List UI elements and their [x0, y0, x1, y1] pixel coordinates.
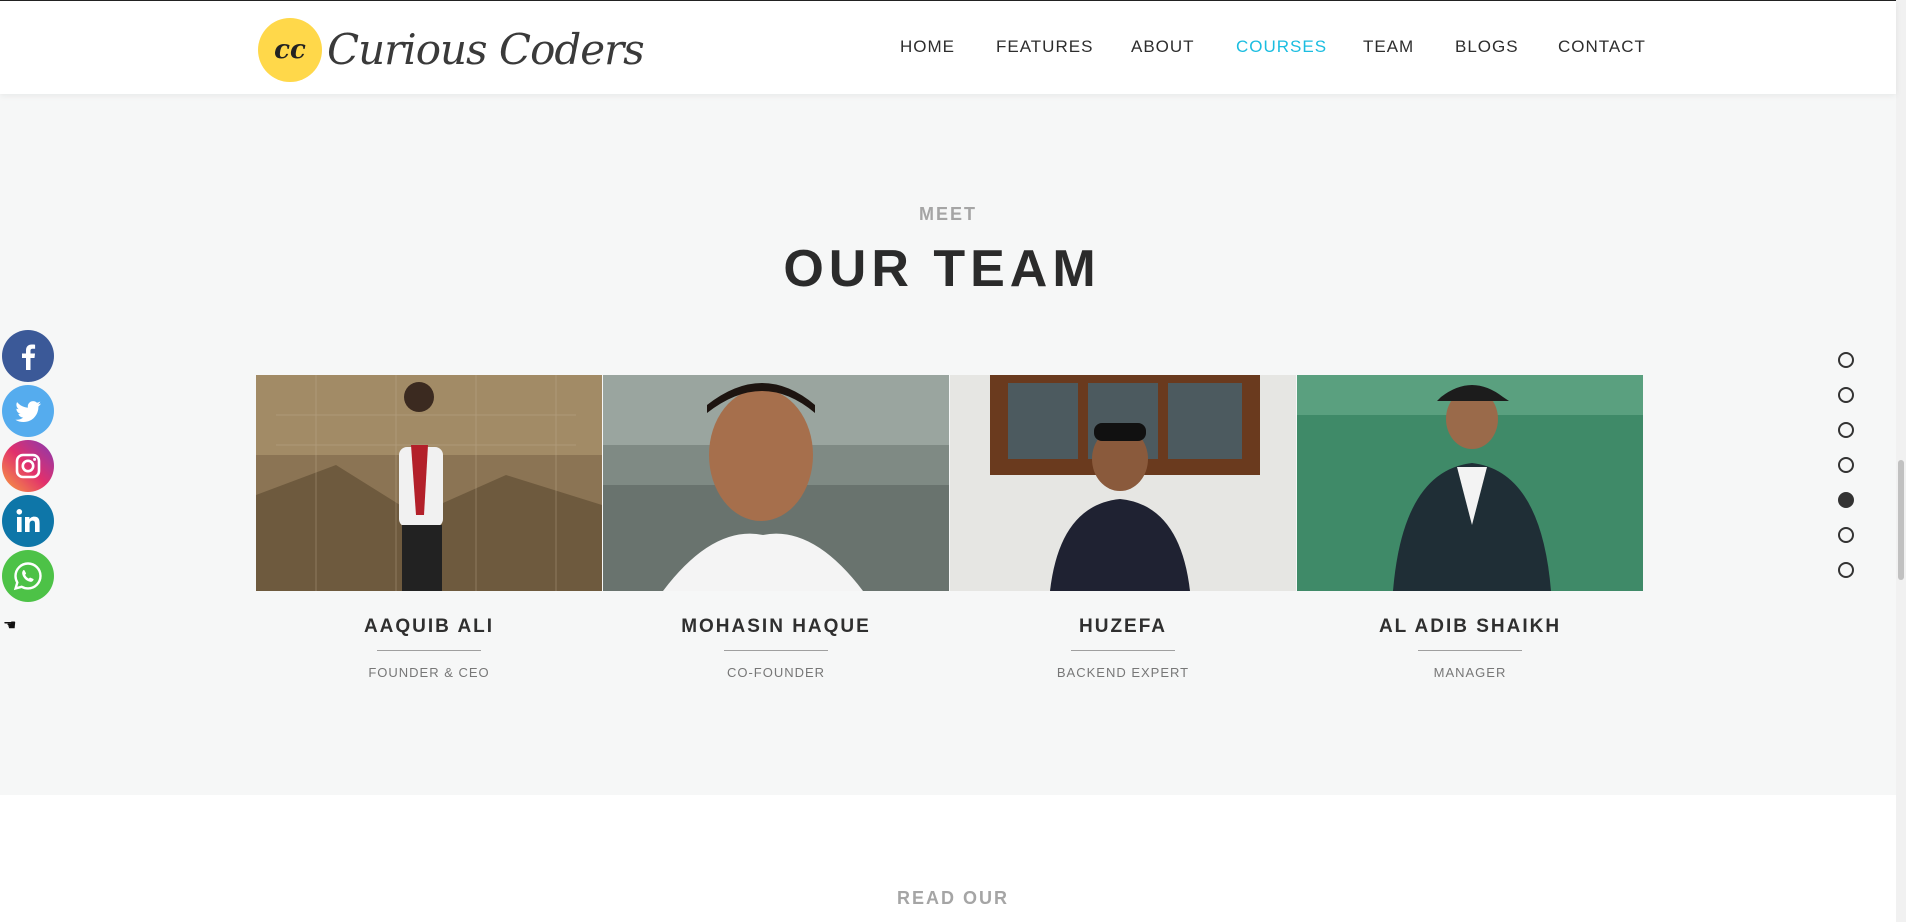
section-dot[interactable]	[1838, 352, 1854, 368]
section-dot[interactable]	[1838, 527, 1854, 543]
facebook-button[interactable]	[2, 330, 54, 382]
instagram-icon	[2, 440, 54, 492]
section-dot[interactable]	[1838, 457, 1854, 473]
brand-name: Curious Coders	[327, 25, 645, 74]
hide-social-hand-icon[interactable]: ☚	[3, 616, 16, 634]
member-role: FOUNDER & CEO	[368, 665, 490, 680]
nav-team[interactable]: TEAM	[1363, 37, 1414, 57]
member-name: AAQUIB ALI	[363, 616, 495, 637]
team-card: AL ADIB SHAIKH MANAGER	[1297, 375, 1643, 680]
linkedin-icon	[2, 495, 54, 547]
member-photo	[950, 375, 1296, 591]
member-name: AL ADIB SHAIKH	[1378, 616, 1562, 637]
whatsapp-button[interactable]	[2, 550, 54, 602]
member-role: MANAGER	[1433, 665, 1507, 680]
team-card: AAQUIB ALI FOUNDER & CEO	[256, 375, 602, 680]
scrollbar-thumb[interactable]	[1898, 460, 1904, 580]
member-name: HUZEFA	[1079, 616, 1167, 637]
instagram-button[interactable]	[2, 440, 54, 492]
member-name: MOHASIN HAQUE	[681, 616, 871, 637]
nav-courses[interactable]: COURSES	[1236, 37, 1327, 57]
whatsapp-icon	[2, 550, 54, 602]
twitter-button[interactable]	[2, 385, 54, 437]
member-photo	[603, 375, 949, 591]
nav-features[interactable]: FEATURES	[996, 37, 1093, 57]
section-dot[interactable]	[1838, 387, 1854, 403]
next-section-kicker: READ OUR	[896, 888, 1009, 908]
brand-logo[interactable]: cc Curious Coders	[258, 18, 645, 82]
section-dot-active[interactable]	[1838, 492, 1854, 508]
linkedin-button[interactable]	[2, 495, 54, 547]
member-role: BACKEND EXPERT	[1056, 665, 1190, 680]
nav-blogs[interactable]: BLOGS	[1455, 37, 1519, 57]
section-kicker: MEET	[918, 204, 977, 224]
divider	[377, 650, 481, 651]
logo-badge: cc	[258, 18, 322, 82]
facebook-icon	[2, 330, 54, 382]
site-header: cc Curious Coders HOME FEATURES ABOUT CO…	[0, 0, 1896, 94]
twitter-icon	[2, 385, 54, 437]
nav-about[interactable]: ABOUT	[1131, 37, 1195, 57]
nav-home[interactable]: HOME	[900, 37, 955, 57]
section-dot[interactable]	[1838, 422, 1854, 438]
member-photo	[1297, 375, 1643, 591]
team-cards: AAQUIB ALI FOUNDER & CEO MOHASIN HAQUE C…	[256, 375, 1643, 680]
member-role: CO-FOUNDER	[726, 665, 826, 680]
team-section: MEET OUR TEAM AAQUIB ALI FOUNDER & CEO M…	[0, 94, 1896, 795]
section-title: OUR TEAM	[783, 240, 1101, 298]
divider	[724, 650, 828, 651]
divider	[1418, 650, 1522, 651]
team-card: HUZEFA BACKEND EXPERT	[950, 375, 1296, 680]
team-card: MOHASIN HAQUE CO-FOUNDER	[603, 375, 949, 680]
section-dot[interactable]	[1838, 562, 1854, 578]
page-scrollbar[interactable]	[1896, 0, 1906, 922]
member-photo	[256, 375, 602, 591]
divider	[1071, 650, 1175, 651]
nav-contact[interactable]: CONTACT	[1558, 37, 1646, 57]
